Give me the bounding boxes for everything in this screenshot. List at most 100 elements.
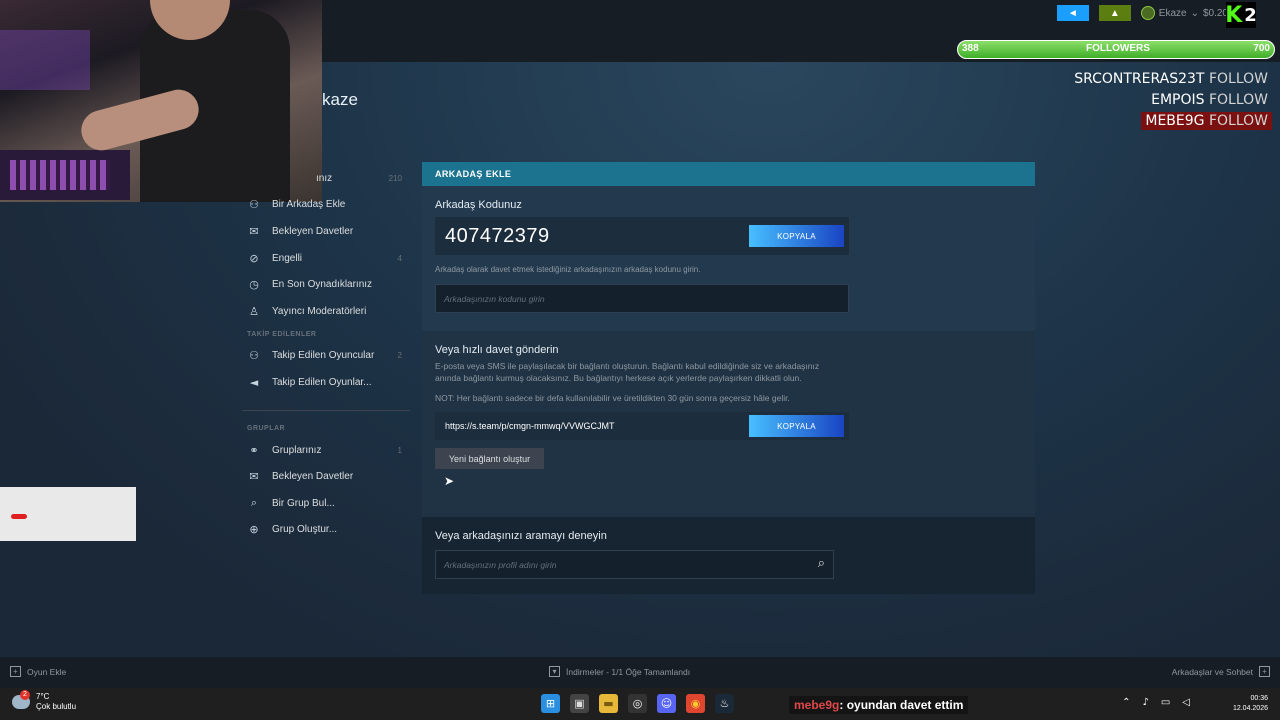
system-tray: ⌃ ♪ ▭ ◁: [1122, 697, 1190, 708]
sidebar-item-label: Grup Oluştur...: [272, 524, 338, 536]
chat-icon: +: [1259, 666, 1270, 677]
search-placeholder: Arkadaşınızın profil adını girin: [444, 559, 557, 570]
sidebar-item-find-group[interactable]: ⌕ Bir Grup Bul...: [242, 490, 410, 517]
windows-taskbar: 7°C Çok bulutlu ⊞ ▣ ▬ ◎ ☺ ◉ ♨ ⌃ ♪ ▭ ◁ 00…: [0, 688, 1280, 720]
quick-invite-section: Veya hızlı davet gönderin E-posta veya S…: [422, 331, 1035, 517]
weather-condition: Çok bulutlu: [36, 702, 77, 711]
sidebar-item-pending-invites[interactable]: ✉ Bekleyen Davetler: [242, 218, 410, 245]
sidebar-item-count: 1: [397, 445, 402, 455]
friends-chat-label: Arkadaşlar ve Sohbet: [1171, 666, 1253, 677]
mouse-cursor-icon: ➤: [444, 474, 455, 488]
steam-bottom-bar: + Oyun Ekle ▾ İndirmeler - 1/1 Öğe Tamam…: [0, 657, 1280, 688]
sidebar-item-friends[interactable]: ınız 210: [242, 165, 410, 192]
system-clock[interactable]: 00:36 12.04.2026: [1233, 694, 1268, 714]
friend-code-section: Arkadaş Kodunuz 407472379 KOPYALA Arkada…: [422, 186, 1035, 331]
sidebar-item-label: Bekleyen Davetler: [272, 471, 354, 483]
sidebar-item-label: Engelli: [272, 252, 303, 264]
sidebar-item-recently-played[interactable]: ◷ En Son Oynadıklarınız: [242, 271, 410, 298]
friend-code-title: Arkadaş Kodunuz: [435, 199, 522, 211]
downloads-status[interactable]: ▾ İndirmeler - 1/1 Öğe Tamamlandı: [549, 666, 690, 677]
invite-link[interactable]: https://s.team/p/cmgn-mmwq/VVWGCJMT: [445, 421, 615, 431]
search-icon[interactable]: ⌕: [818, 556, 825, 571]
record-indicator-icon: [11, 514, 27, 519]
followers-current: 388: [962, 43, 979, 54]
friend-code-box: 407472379 KOPYALA: [435, 217, 849, 255]
followed-section-header: TAKİP EDİLENLER: [247, 330, 317, 338]
followed-players-icon: ⚇: [249, 349, 259, 363]
volume-icon[interactable]: ◁: [1182, 697, 1190, 708]
follow-alerts: SRCONTRERAS23T FOLLOW EMPOIS FOLLOW MEBE…: [1070, 70, 1272, 133]
sidebar-item-group-invites[interactable]: ✉ Bekleyen Davetler: [242, 463, 410, 490]
sidebar-item-create-group[interactable]: ⊕ Grup Oluştur...: [242, 517, 410, 544]
temperature: 7°C: [36, 692, 50, 701]
taskbar-apps: ⊞ ▣ ▬ ◎ ☺ ◉ ♨: [541, 694, 734, 713]
envelope-icon: ✉: [249, 224, 259, 238]
sidebar-divider: [242, 409, 410, 411]
search-friend-section: Veya arkadaşınızı aramayı deneyin Arkada…: [422, 517, 1035, 594]
groups-section-header: GRUPLAR: [247, 424, 286, 432]
plus-icon: +: [10, 666, 21, 677]
task-view-icon[interactable]: ▣: [570, 694, 589, 713]
sidebar-item-count: 210: [388, 173, 402, 183]
quick-invite-description: E-posta veya SMS ile paylaşılacak bir ba…: [435, 361, 820, 383]
blocked-icon: ⊘: [249, 251, 259, 265]
chevron-up-icon[interactable]: ⌃: [1122, 697, 1130, 708]
search-friend-title: Veya arkadaşınızı aramayı deneyin: [435, 530, 607, 542]
sidebar-item-label: Bir Arkadaş Ekle: [272, 199, 346, 211]
sidebar-item-followed-games[interactable]: ◄ Takip Edilen Oyunlar...: [242, 369, 410, 396]
follow-user: MEBE9G: [1145, 113, 1205, 129]
account-menu[interactable]: Ekaze ⌄ $0.20: [1140, 6, 1228, 20]
megaphone-icon: ◄: [249, 375, 259, 389]
sidebar-item-count: 2: [397, 351, 402, 361]
followers-goal: 700: [1253, 43, 1270, 54]
steam-icon[interactable]: ♨: [715, 694, 734, 713]
bell-icon: ▲: [1109, 7, 1120, 19]
chrome-icon[interactable]: ◉: [686, 694, 705, 713]
new-link-button[interactable]: Yeni bağlantı oluştur: [435, 448, 544, 469]
app-icon[interactable]: ◎: [628, 694, 647, 713]
friend-code: 407472379: [445, 224, 550, 247]
windows-start-icon[interactable]: ⊞: [541, 694, 560, 713]
sidebar-item-label: Takip Edilen Oyuncular: [272, 350, 375, 362]
search-friend-input[interactable]: Arkadaşınızın profil adını girin ⌕: [435, 550, 834, 579]
friends-sidebar: ınız 210 ⚇ Bir Arkadaş Ekle ✉ Bekleyen D…: [242, 165, 410, 543]
copy-link-button[interactable]: KOPYALA: [749, 415, 844, 437]
account-name: Ekaze: [1158, 7, 1187, 19]
microphone-icon[interactable]: ♪: [1142, 697, 1148, 708]
profile-name: kaze: [322, 90, 358, 109]
add-friend-icon: ⚇: [249, 198, 259, 212]
file-explorer-icon[interactable]: ▬: [599, 694, 618, 713]
clock-icon: ◷: [249, 278, 259, 292]
group-icon: ⚭: [249, 443, 259, 457]
sidebar-item-label: ınız: [316, 172, 333, 184]
follow-alert: SRCONTRERAS23T FOLLOW: [1070, 70, 1272, 88]
friend-code-hint: Arkadaş olarak davet etmek istediğiniz a…: [435, 265, 701, 274]
network-icon[interactable]: ▭: [1161, 697, 1170, 708]
sidebar-item-add-friend[interactable]: ⚇ Bir Arkadaş Ekle: [242, 192, 410, 219]
sidebar-item-your-groups[interactable]: ⚭ Gruplarınız 1: [242, 437, 410, 464]
follow-alert-highlight: MEBE9G FOLLOW: [1141, 112, 1272, 130]
notifications-button[interactable]: ▲: [1098, 5, 1131, 21]
weather-widget[interactable]: 7°C Çok bulutlu: [12, 690, 77, 712]
sidebar-item-label: Yayıncı Moderatörleri: [272, 305, 367, 317]
friends-chat-button[interactable]: Arkadaşlar ve Sohbet +: [1172, 666, 1270, 677]
follow-alert: EMPOIS FOLLOW: [1147, 91, 1272, 109]
announcements-button[interactable]: ◄: [1056, 5, 1089, 21]
sidebar-item-count: 4: [397, 253, 402, 263]
friend-code-input[interactable]: Arkadaşınızın kodunu girin: [435, 284, 849, 313]
user-icon: ♙: [249, 304, 259, 318]
follow-action: FOLLOW: [1208, 71, 1268, 87]
followers-label: FOLLOWERS: [1086, 43, 1150, 54]
copy-code-button[interactable]: KOPYALA: [749, 225, 844, 247]
add-game-button[interactable]: + Oyun Ekle: [10, 666, 66, 677]
discord-icon[interactable]: ☺: [657, 694, 676, 713]
stream-chat-message: mebe9g: oyundan davet ettim: [789, 696, 969, 714]
chat-user: mebe9g: [794, 698, 840, 712]
sidebar-item-moderators[interactable]: ♙ Yayıncı Moderatörleri: [242, 298, 410, 325]
sidebar-item-followed-players[interactable]: ⚇ Takip Edilen Oyuncular 2: [242, 343, 410, 370]
clock-time: 00:36: [1250, 695, 1268, 702]
sidebar-item-blocked[interactable]: ⊘ Engelli 4: [242, 245, 410, 272]
search-icon: ⌕: [250, 496, 258, 510]
sidebar-item-label: Bir Grup Bul...: [272, 497, 335, 509]
invite-link-box: https://s.team/p/cmgn-mmwq/VVWGCJMT KOPY…: [435, 412, 849, 440]
